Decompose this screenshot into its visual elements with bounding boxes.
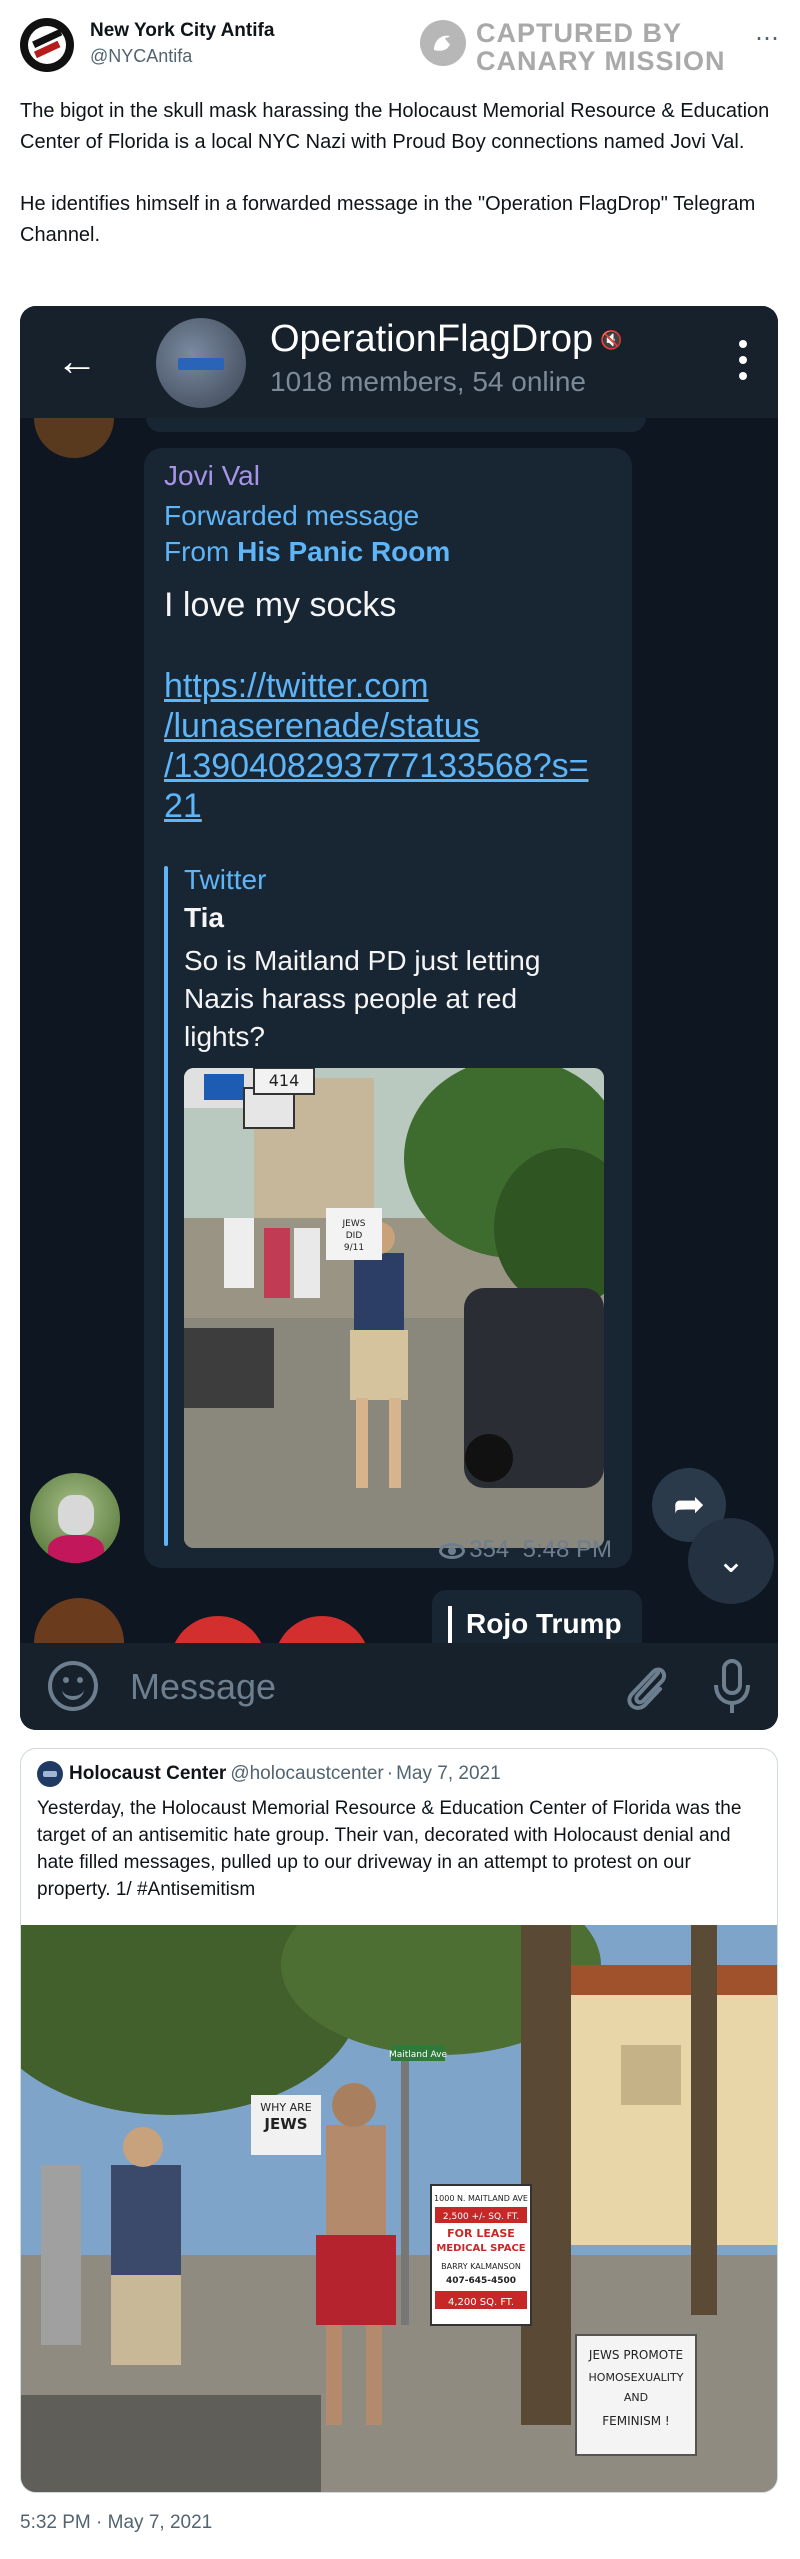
view-count: 354	[469, 1536, 510, 1563]
quoted-separator: ·	[386, 1763, 394, 1785]
canary-logo-icon	[420, 20, 466, 66]
forwarded-label: Forwarded message	[164, 500, 420, 531]
protest-sign-line: JEWS	[263, 2115, 307, 2133]
lease-sign-line: BARRY KALMANSON	[441, 2262, 521, 2271]
tweet-time[interactable]: 5:32 PM	[20, 2512, 91, 2533]
link-line[interactable]: /1390408293777133568?s=	[164, 746, 604, 786]
group-avatar[interactable]	[156, 318, 246, 408]
quoted-date[interactable]: May 7, 2021	[396, 1763, 501, 1784]
street-sign-label: Maitland Ave	[389, 2050, 448, 2060]
tweet-date-separator: ·	[90, 2512, 108, 2533]
telegram-topbar: ← OperationFlagDrop 🔇 1018 members, 54 o…	[20, 306, 778, 418]
more-vertical-icon[interactable]	[738, 340, 748, 384]
forwarded-from-prefix: From	[164, 536, 238, 567]
tweet-timestamp[interactable]: 5:32 PM · May 7, 2021	[20, 2512, 212, 2534]
link-line[interactable]: /lunaserenade/status	[164, 706, 604, 746]
watermark-line-1: CAPTURED BY	[476, 18, 683, 48]
lease-sign-line: FOR LEASE	[447, 2227, 515, 2240]
tweet-date[interactable]: May 7, 2021	[108, 2512, 213, 2533]
quoted-author-avatar[interactable]	[37, 1761, 63, 1787]
forwarded-from[interactable]: From His Panic Room	[164, 536, 450, 568]
more-horizontal-icon[interactable]: ⋯	[755, 24, 780, 53]
arrow-left-icon[interactable]: ←	[56, 336, 98, 386]
photo-sign-line: DID	[346, 1231, 363, 1241]
microphone-icon[interactable]	[710, 1657, 754, 1717]
author-handle[interactable]: @NYCAntifa	[90, 46, 192, 67]
author-avatar[interactable]	[20, 18, 74, 72]
forwarded-from-name[interactable]: His Panic Room	[237, 536, 450, 567]
chevron-down-icon[interactable]: ⌄	[688, 1518, 774, 1604]
message-time: 5:48 PM	[522, 1536, 612, 1563]
lease-sign-line: 4,200 SQ. FT.	[448, 2297, 514, 2308]
road-sign-number: 414	[269, 1071, 300, 1090]
message-bubble[interactable]: Jovi Val Forwarded message From His Pani…	[144, 448, 632, 1568]
prev-message-bubble	[146, 418, 646, 432]
message-meta: 354 5:48 PM	[439, 1536, 612, 1564]
lease-sign-line: 407-645-4500	[446, 2276, 516, 2286]
hand-sign-line: AND	[624, 2391, 648, 2404]
emoji-icon[interactable]	[48, 1661, 98, 1711]
quoted-tweet-photo[interactable]: Maitland Ave 1000 N. MAITLAND AVE 2,500 …	[21, 1925, 777, 2492]
lease-sign-line: MEDICAL SPACE	[436, 2243, 525, 2254]
next-message-bubble[interactable]: Rojo Trump	[432, 1590, 642, 1643]
hand-sign-line: FEMINISM !	[602, 2414, 670, 2428]
paperclip-icon[interactable]	[620, 1659, 672, 1715]
eye-icon	[439, 1542, 466, 1559]
preview-description: So is Maitland PD just letting Nazis har…	[184, 945, 541, 1052]
link-line[interactable]: 21	[164, 786, 604, 826]
lease-sign-line: 1000 N. MAITLAND AVE	[434, 2194, 528, 2203]
message-sender[interactable]: Jovi Val	[164, 460, 260, 492]
message-composer	[20, 1643, 778, 1730]
quoted-author-handle[interactable]: @holocaustcenter	[230, 1763, 383, 1784]
next-message-preview: Rojo Trump	[466, 1608, 622, 1639]
lease-sign-line: 2,500 +/- SQ. FT.	[443, 2212, 519, 2222]
message-link[interactable]: https://twitter.com /lunaserenade/status…	[164, 666, 604, 826]
street-protest-photo: JEWS DID 9/11 414	[184, 1068, 604, 1548]
author-name[interactable]: New York City Antifa	[90, 20, 274, 42]
quoted-tweet-header: Holocaust Center @holocaustcenter · May 7, …	[37, 1761, 501, 1787]
photo-sign-line: 9/11	[344, 1243, 364, 1253]
hand-sign-line: JEWS PROMOTE	[588, 2348, 683, 2362]
preview-site: Twitter	[184, 864, 267, 895]
group-title[interactable]: OperationFlagDrop	[270, 318, 593, 361]
next-sticker	[170, 1616, 266, 1643]
tweet-text: The bigot in the skull mask harassing th…	[20, 96, 780, 282]
quoted-tweet-text: Yesterday, the Holocaust Memorial Resour…	[37, 1798, 742, 1900]
message-text: I love my socks	[164, 586, 397, 624]
mute-icon: 🔇	[600, 330, 623, 350]
link-preview-bar	[164, 866, 168, 1546]
antifa-logo-icon	[21, 19, 73, 71]
preview-photo[interactable]: JEWS DID 9/11 414	[184, 1068, 604, 1548]
next-sender-avatar[interactable]	[34, 1598, 124, 1643]
watermark: CAPTURED BY CANARY MISSION	[420, 14, 750, 76]
tweet-paragraph-1: The bigot in the skull mask harassing th…	[20, 100, 770, 153]
link-line[interactable]: https://twitter.com	[164, 666, 604, 706]
group-subtitle: 1018 members, 54 online	[270, 366, 586, 397]
watermark-line-2: CANARY MISSION	[476, 46, 726, 76]
protest-sign-line: WHY ARE	[260, 2101, 312, 2114]
telegram-screenshot[interactable]: ← OperationFlagDrop 🔇 1018 members, 54 o…	[20, 306, 778, 1730]
quoted-tweet[interactable]: Holocaust Center @holocaustcenter · May 7, …	[20, 1748, 778, 2493]
tweet-paragraph-2: He identifies himself in a forwarded mes…	[20, 193, 756, 246]
tweet-header: New York City Antifa @NYCAntifa CAPTURED…	[20, 18, 780, 76]
photo-sign-line: JEWS	[342, 1219, 366, 1229]
hand-sign-line: HOMOSEXUALITY	[589, 2371, 684, 2384]
quoted-author-name[interactable]: Holocaust Center	[69, 1763, 226, 1784]
protest-photo: Maitland Ave 1000 N. MAITLAND AVE 2,500 …	[21, 1925, 777, 2492]
sender-avatar[interactable]	[30, 1473, 120, 1563]
next-sticker	[274, 1616, 370, 1643]
chat-area: Jovi Val Forwarded message From His Pani…	[20, 418, 778, 1643]
prev-sender-avatar[interactable]	[34, 418, 114, 458]
preview-author: Tia	[184, 902, 224, 933]
message-input[interactable]	[130, 1665, 590, 1709]
